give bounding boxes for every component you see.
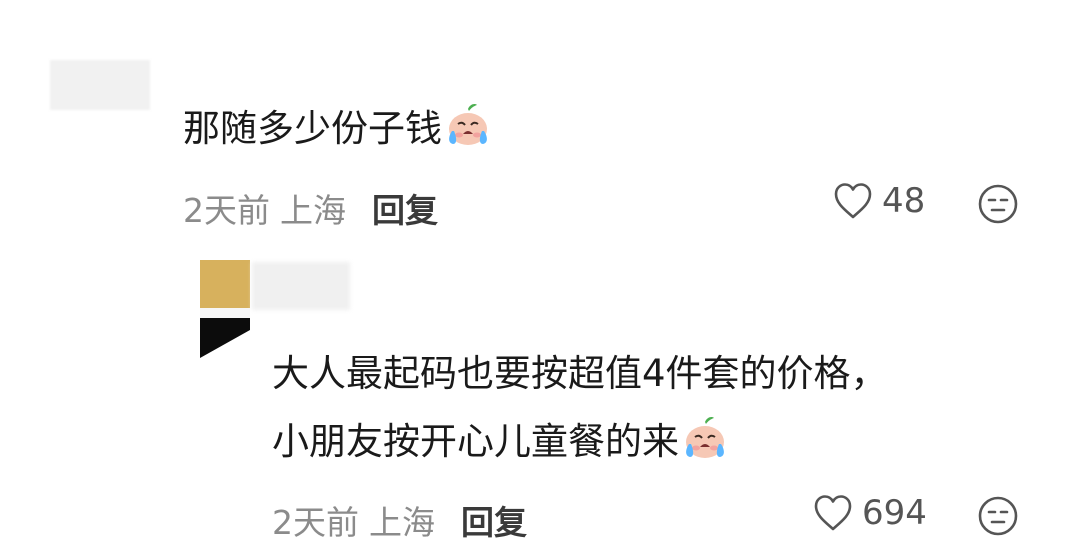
avatar-black-area [200, 318, 250, 358]
reply-button[interactable]: 回复 [461, 496, 527, 544]
comment-meta: 2天前 上海 回复 [183, 184, 438, 232]
unamused-face-icon [978, 184, 1018, 224]
avatar[interactable] [50, 60, 150, 110]
reply-body-line-1: 大人最起码也要按超值4件套的价格， [272, 342, 888, 406]
comment-thread: 那随多少份子钱 2天前 上海 回复 48 大人最起码也要按超值4件套的价格， 小… [0, 0, 1080, 560]
reply-text-line-2: 小朋友按开心儿童餐的来 [272, 420, 679, 463]
like-count: 694 [862, 493, 927, 533]
location: 上海 [280, 191, 346, 230]
heart-outline-icon [814, 495, 852, 531]
reply-body-line-2: 小朋友按开心儿童餐的来 [272, 410, 729, 482]
reply-meta: 2天前 上海 回复 [272, 496, 527, 544]
reply-text-line-1: 大人最起码也要按超值4件套的价格， [272, 352, 888, 395]
like-button[interactable]: 694 [812, 493, 927, 533]
comment-text: 那随多少份子钱 [183, 107, 442, 150]
like-button[interactable]: 48 [832, 181, 925, 221]
dislike-button[interactable] [977, 495, 1019, 541]
unamused-face-icon [978, 496, 1018, 536]
reply-username[interactable] [252, 262, 350, 310]
timestamp: 2天前 [183, 191, 270, 230]
avatar-white-area [200, 308, 250, 318]
timestamp: 2天前 [272, 503, 359, 542]
location: 上海 [369, 503, 435, 542]
avatar-gold-area [200, 260, 250, 308]
crying-face-emoji-icon [681, 414, 729, 482]
dislike-button[interactable] [977, 183, 1019, 229]
comment-body: 那随多少份子钱 [183, 97, 492, 169]
crying-face-emoji-icon [444, 101, 492, 169]
like-count: 48 [882, 181, 926, 221]
reply-button[interactable]: 回复 [372, 184, 438, 232]
reply-avatar[interactable] [200, 260, 250, 358]
heart-outline-icon [834, 183, 872, 219]
